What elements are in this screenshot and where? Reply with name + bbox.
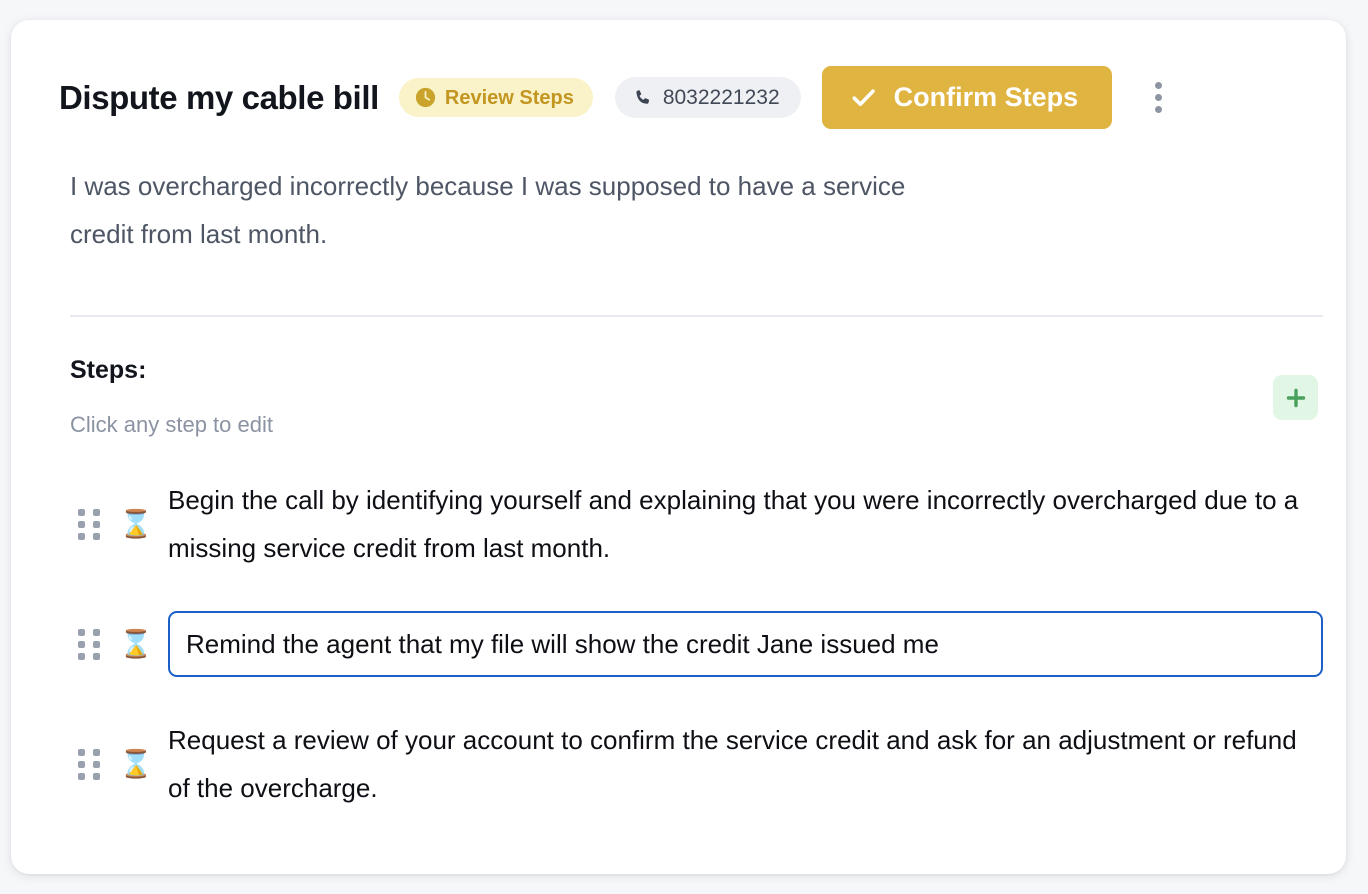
step-row[interactable]: ⌛ Begin the call by identifying yourself… <box>70 476 1323 572</box>
confirm-steps-label: Confirm Steps <box>893 82 1079 112</box>
card-header: Dispute my cable bill Review Steps 80322… <box>59 66 1316 129</box>
check-icon <box>850 84 877 111</box>
plus-icon <box>1284 386 1308 410</box>
kebab-dot-2 <box>1154 94 1162 101</box>
hourglass-icon: ⌛ <box>119 748 153 780</box>
drag-handle-icon[interactable] <box>70 748 108 780</box>
kebab-dot-1 <box>1154 82 1162 89</box>
confirm-steps-button[interactable]: Confirm Steps <box>821 66 1113 129</box>
page-title: Dispute my cable bill <box>59 79 379 116</box>
task-description: I was overcharged incorrectly because I … <box>70 171 906 249</box>
drag-handle-icon[interactable] <box>70 508 108 540</box>
step-text[interactable]: Request a review of your account to conf… <box>168 716 1323 812</box>
phone-badge[interactable]: 8032221232 <box>614 77 801 118</box>
hourglass-icon: ⌛ <box>119 508 153 540</box>
add-step-button[interactable] <box>1273 375 1318 420</box>
steps-subheading: Click any step to edit <box>70 412 273 437</box>
kebab-dot-3 <box>1154 106 1162 113</box>
phone-number: 8032221232 <box>662 86 780 109</box>
status-badge-review-steps[interactable]: Review Steps <box>398 78 593 117</box>
drag-handle-icon[interactable] <box>70 628 108 660</box>
step-edit-input[interactable] <box>168 611 1323 677</box>
review-badge-label: Review Steps <box>444 86 574 109</box>
app-root: Dispute my cable bill Review Steps 80322… <box>0 0 1368 894</box>
section-divider <box>70 315 1323 317</box>
steps-list: ⌛ Begin the call by identifying yourself… <box>70 476 1323 812</box>
step-text[interactable]: Begin the call by identifying yourself a… <box>168 476 1323 572</box>
task-card: Dispute my cable bill Review Steps 80322… <box>11 20 1346 874</box>
kebab-menu-icon[interactable] <box>1141 78 1175 118</box>
steps-heading: Steps: <box>70 356 147 384</box>
phone-icon <box>633 88 653 108</box>
clock-icon <box>415 87 436 108</box>
step-row[interactable]: ⌛ Request a review of your account to co… <box>70 716 1323 812</box>
hourglass-icon: ⌛ <box>119 628 153 660</box>
step-row[interactable]: ⌛ <box>70 596 1323 692</box>
